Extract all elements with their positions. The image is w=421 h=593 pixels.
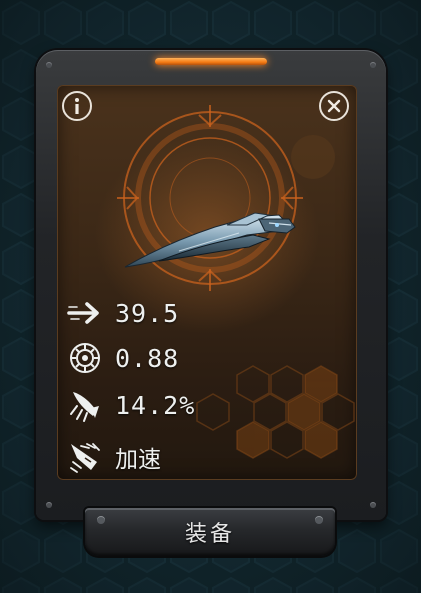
close-icon[interactable] — [319, 91, 349, 121]
item-card-frame: 39.5 0.88 14.2% 加速 — [36, 50, 386, 520]
spaceship-weapon-icon — [124, 212, 296, 268]
frame-bolt — [46, 62, 52, 68]
stat-row-crit: 14.2% — [67, 388, 195, 422]
equip-button[interactable]: 装备 — [85, 508, 335, 556]
rocket-icon — [70, 392, 99, 422]
thruster-icon — [70, 443, 100, 473]
stat-row-rate: 0.88 — [67, 341, 179, 375]
stat-row-boost: 加速 — [67, 440, 161, 474]
stat-value-rate: 0.88 — [115, 343, 180, 373]
arrow-right-icon — [67, 302, 99, 324]
close-glyph — [327, 99, 341, 113]
stat-value-crit: 14.2% — [115, 390, 196, 420]
stat-row-speed: 39.5 — [67, 296, 179, 330]
frame-bolt — [370, 62, 376, 68]
stat-value-speed: 39.5 — [115, 298, 180, 328]
frame-bolt — [370, 502, 376, 508]
frame-glow-accent — [155, 58, 267, 65]
info-icon[interactable] — [62, 91, 92, 121]
frame-bolt — [46, 502, 52, 508]
stat-value-boost: 加速 — [115, 447, 161, 473]
gear-burst-icon — [70, 343, 100, 373]
info-glyph — [75, 98, 79, 114]
item-detail-panel: 39.5 0.88 14.2% 加速 — [57, 85, 357, 480]
